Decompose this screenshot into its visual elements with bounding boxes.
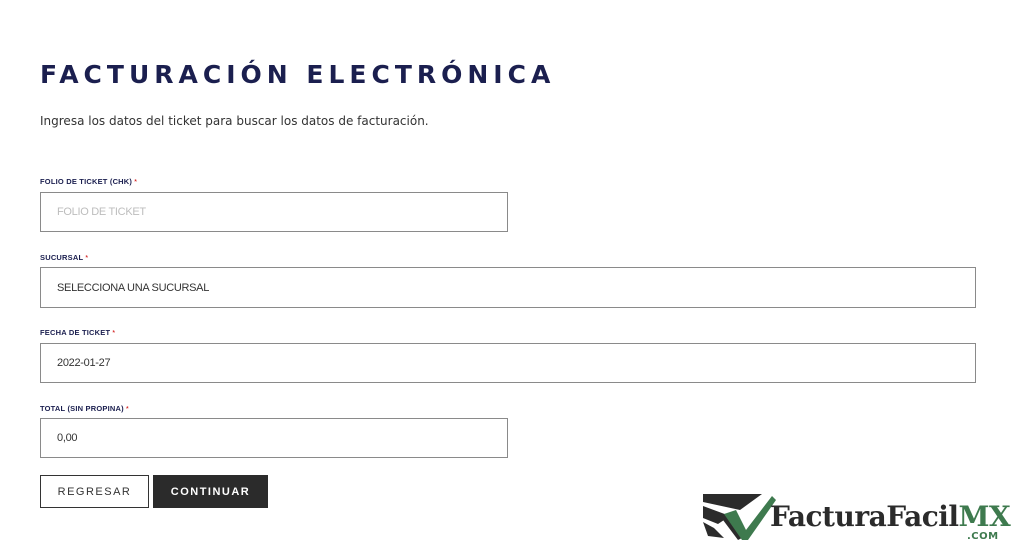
total-label-text: TOTAL (SIN PROPINA) [40, 404, 124, 413]
total-label: TOTAL (SIN PROPINA) * [40, 404, 129, 413]
page-title: FACTURACIÓN ELECTRÓNICA [40, 60, 556, 89]
fecha-label-text: FECHA DE TICKET [40, 328, 111, 337]
folio-input[interactable] [40, 192, 508, 232]
fecha-label: FECHA DE TICKET * [40, 328, 115, 337]
required-mark: * [125, 404, 129, 413]
required-mark: * [134, 177, 138, 186]
folio-label: FOLIO DE TICKET (CHK) * [40, 177, 137, 186]
required-mark: * [85, 253, 89, 262]
sucursal-select[interactable]: SELECCIONA UNA SUCURSAL [40, 267, 976, 308]
logo-suffix: .COM [967, 531, 999, 542]
required-mark: * [112, 328, 116, 337]
sucursal-label: SUCURSAL * [40, 253, 88, 262]
total-input[interactable] [40, 418, 508, 458]
logo-brand-green: MX [958, 500, 1011, 533]
page-subtitle: Ingresa los datos del ticket para buscar… [40, 114, 429, 128]
back-button[interactable]: REGRESAR [40, 475, 149, 508]
folio-label-text: FOLIO DE TICKET (CHK) [40, 177, 133, 186]
continue-button[interactable]: CONTINUAR [153, 475, 268, 508]
fecha-input[interactable] [40, 343, 976, 383]
logo-brand-dark: FacturaFacil [770, 500, 959, 533]
sucursal-label-text: SUCURSAL [40, 253, 84, 262]
logo-brand: FacturaFacilMX [770, 500, 1011, 533]
sucursal-select-value[interactable]: SELECCIONA UNA SUCURSAL [40, 267, 976, 308]
